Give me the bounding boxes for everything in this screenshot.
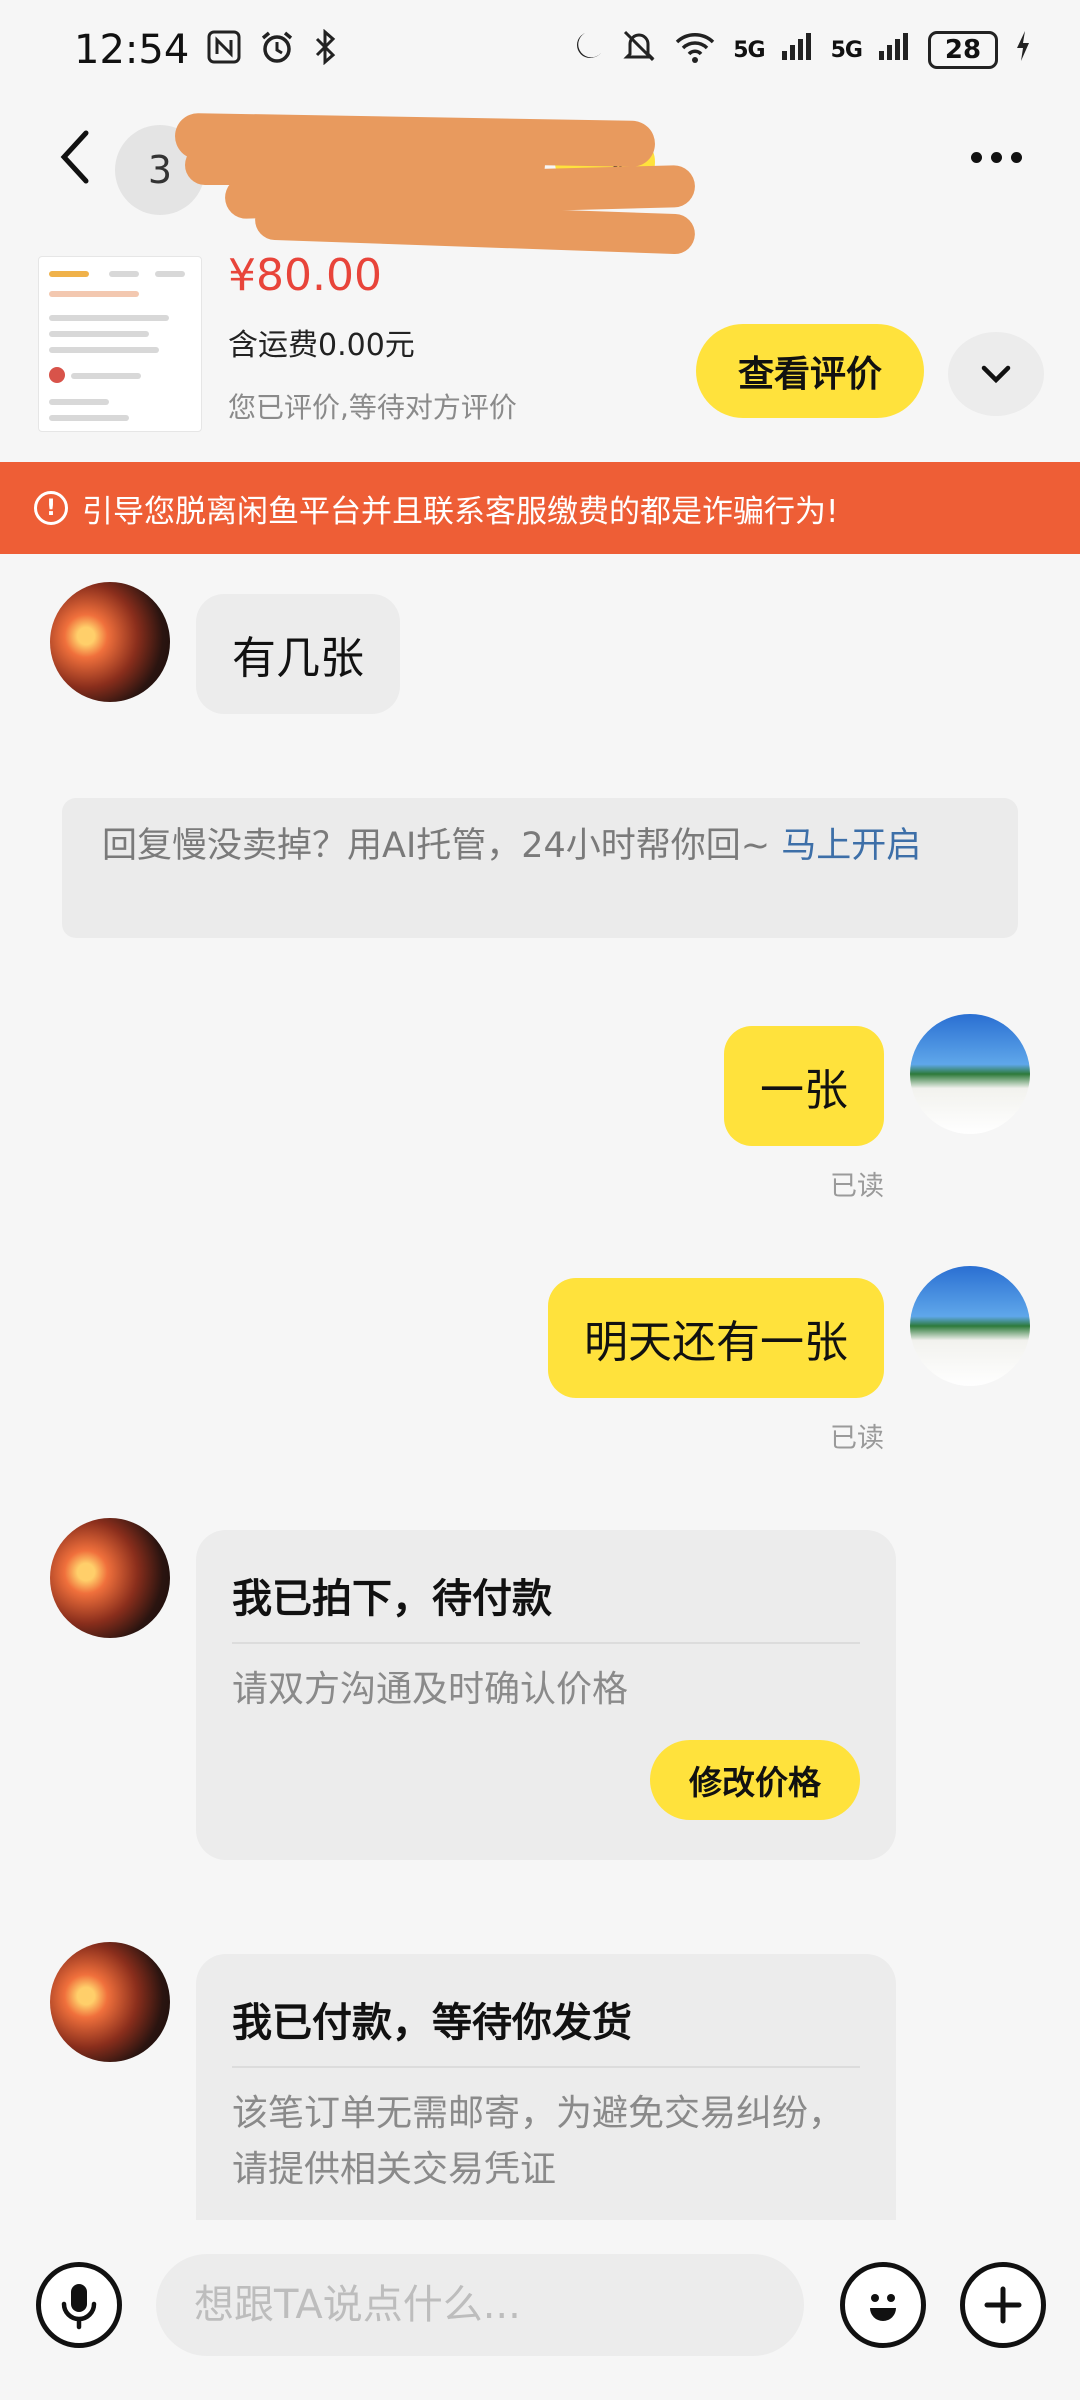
nfc-icon [207, 30, 241, 70]
card-title: 我已付款，等待你发货 [232, 2000, 632, 2046]
back-button[interactable] [44, 122, 104, 192]
alert-icon: ! [34, 491, 68, 525]
read-receipt: 已读 [830, 1171, 884, 1202]
peer-avatar[interactable] [50, 582, 170, 702]
shipping-fee: 含运费0.00元 [228, 328, 415, 363]
thumb-line [49, 331, 149, 337]
chat-title: 3 好 [115, 112, 696, 255]
thumb-line [49, 271, 89, 277]
expand-button[interactable] [948, 332, 1044, 416]
thumb-line [109, 271, 139, 277]
fraud-warning-banner: ! 引导您脱离闲鱼平台并且联系客服缴费的都是诈骗行为! [0, 462, 1080, 554]
card-title: 我已拍下，待付款 [232, 1576, 552, 1622]
thumb-line [49, 399, 109, 405]
card-body: 请双方沟通及时确认价格 [232, 1669, 629, 1710]
thumb-line [49, 291, 139, 297]
thumb-line [49, 415, 129, 421]
order-status-card: 我已拍下，待付款 请双方沟通及时确认价格 修改价格 [196, 1530, 896, 1860]
card-divider [232, 1642, 860, 1644]
message-input-bar [0, 2220, 1080, 2400]
card-body: 该笔订单无需邮寄，为避免交易纠纷，请提供相关交易凭证 [232, 2093, 845, 2190]
bluetooth-icon [313, 28, 337, 71]
chat-header: 3 好 [0, 100, 1080, 255]
status-left: 12:54 [74, 27, 337, 73]
plus-icon [984, 2286, 1022, 2324]
dot [1010, 151, 1022, 163]
microphone-icon [61, 2284, 97, 2330]
alarm-icon [259, 29, 295, 71]
read-receipt: 已读 [830, 1423, 884, 1454]
voice-button[interactable] [36, 2262, 122, 2348]
message-bubble-outgoing: 明天还有一张 [548, 1278, 884, 1398]
ai-hosting-tip: 回复慢没卖掉？用AI托管，24小时帮你回~ 马上开启 [62, 798, 1018, 938]
modify-price-button[interactable]: 修改价格 [650, 1740, 860, 1820]
product-price: ¥80.00 [228, 250, 382, 301]
dot [990, 151, 1002, 163]
network-label-1: 5G [733, 37, 765, 63]
status-time: 12:54 [74, 27, 190, 73]
ai-tip-text: 回复慢没卖掉？用AI托管，24小时帮你回~ [102, 826, 782, 866]
review-status: 您已评价,等待对方评价 [228, 391, 517, 424]
add-button[interactable] [960, 2262, 1046, 2348]
enable-ai-link[interactable]: 马上开启 [781, 826, 921, 866]
product-card: ¥80.00 含运费0.00元 您已评价,等待对方评价 查看评价 [0, 240, 1080, 460]
charging-icon [1014, 29, 1032, 71]
thumb-line [49, 347, 159, 353]
chevron-down-icon [981, 365, 1011, 384]
emoji-icon [870, 2294, 896, 2321]
bell-off-icon [621, 28, 657, 72]
network-label-2: 5G [830, 37, 863, 63]
battery-indicator: 28 [928, 31, 998, 69]
thumb-dot [49, 367, 65, 383]
message-input[interactable] [156, 2254, 804, 2356]
thumb-line [155, 271, 185, 277]
status-bar: 12:54 5G 5G 28 [0, 0, 1080, 100]
peer-avatar[interactable] [50, 1942, 170, 2062]
dot [970, 151, 982, 163]
order-status-card: 我已付款，等待你发货 该笔订单无需邮寄，为避免交易纠纷，请提供相关交易凭证 [196, 1954, 896, 2220]
view-review-button[interactable]: 查看评价 [696, 324, 924, 418]
chevron-left-icon [60, 130, 89, 184]
peer-avatar[interactable] [50, 1518, 170, 1638]
product-thumbnail[interactable] [38, 256, 202, 432]
thumb-line [71, 373, 141, 379]
thumb-line [49, 315, 169, 321]
status-right: 5G 5G 28 [571, 28, 1032, 72]
signal-icon [781, 31, 815, 69]
wifi-icon [673, 28, 717, 72]
signal-icon [878, 31, 912, 69]
emoji-button[interactable] [840, 2262, 926, 2348]
message-bubble-incoming: 有几张 [196, 594, 400, 714]
self-avatar[interactable] [910, 1014, 1030, 1134]
message-bubble-outgoing: 一张 [724, 1026, 884, 1146]
warning-text: 引导您脱离闲鱼平台并且联系客服缴费的都是诈骗行为! [82, 493, 839, 530]
card-divider [232, 2066, 860, 2068]
self-avatar[interactable] [910, 1266, 1030, 1386]
more-options-button[interactable] [956, 132, 1036, 182]
moon-icon [571, 29, 605, 71]
